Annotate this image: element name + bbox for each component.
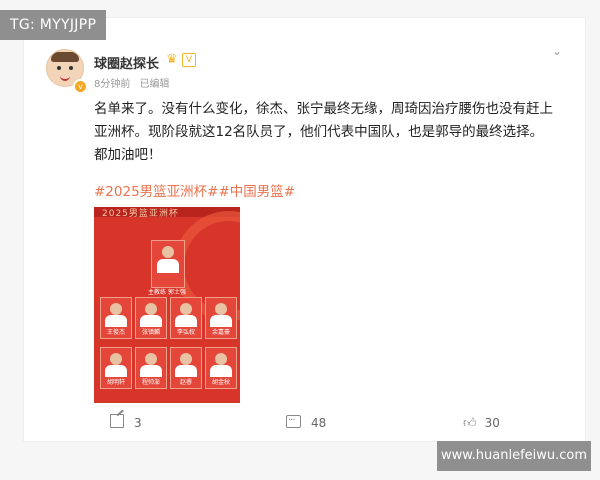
thumbs-up-icon: 👍︎ [463, 416, 477, 431]
player-card: 余嘉豪 [205, 297, 237, 339]
chevron-down-icon[interactable]: ⌄ [552, 44, 562, 58]
player-head [145, 303, 157, 315]
player-shirt [105, 365, 127, 377]
player-card: 李弘权 [170, 297, 202, 339]
watermark-bottom-right: www.huanlefeiwu.com [437, 441, 591, 471]
comment-button[interactable]: 48 [286, 410, 327, 434]
player-head [215, 303, 227, 315]
post-meta: 8分钟前 已编辑 [94, 75, 176, 90]
player-shirt [140, 315, 162, 327]
post-text: 名单来了。没有什么变化，徐杰、张宁最终无缘，周琦因治疗腰伤也没有赶上亚洲杯。现阶… [94, 101, 553, 163]
player-head [110, 353, 122, 365]
player-name: 赵睿 [179, 379, 192, 386]
player-shirt [175, 365, 197, 377]
edited-label[interactable]: 已编辑 [140, 79, 170, 90]
player-name: 胡明轩 [106, 379, 125, 386]
action-bar: 3 48 👍︎ 30 [0, 410, 600, 434]
player-shirt [140, 365, 162, 377]
player-name: 程帅澎 [141, 379, 160, 386]
coach-shirt [157, 259, 179, 273]
post-time[interactable]: 8分钟前 [94, 79, 130, 90]
player-card: 程帅澎 [135, 347, 167, 389]
player-name: 李弘权 [176, 329, 195, 336]
player-name: 胡金秋 [211, 379, 230, 386]
roster-poster-image[interactable]: 2025男篮亚洲杯 主教练 郭士强 王俊杰 张镇麟 李弘权 余嘉豪胡明轩 程帅澎 赵睿 胡金… [94, 207, 240, 403]
avatar-eye-left [57, 66, 61, 70]
player-head [145, 353, 157, 365]
comment-count: 48 [311, 416, 327, 430]
player-head [180, 353, 192, 365]
coach-photo [151, 240, 185, 288]
player-card: 胡金秋 [205, 347, 237, 389]
player-card: 王俊杰 [100, 297, 132, 339]
player-head [110, 303, 122, 315]
share-button[interactable]: 3 [110, 412, 142, 434]
avatar-eye-right [69, 66, 73, 70]
player-name: 余嘉豪 [211, 329, 230, 336]
avatar-mouth [60, 75, 70, 81]
like-count: 30 [484, 416, 500, 430]
poster-header-text: 2025男篮亚洲杯 [102, 209, 179, 219]
player-card: 胡明轩 [100, 347, 132, 389]
player-card: 张镇麟 [135, 297, 167, 339]
post-tags[interactable]: #2025男篮亚洲杯##中国男篮# [94, 180, 295, 200]
share-icon [110, 414, 124, 428]
player-shirt [175, 315, 197, 327]
player-head [180, 303, 192, 315]
player-shirt [210, 365, 232, 377]
coach-head [162, 246, 174, 258]
avatar-hair [51, 52, 79, 62]
verified-badge-icon: v [73, 79, 88, 94]
share-count: 3 [134, 416, 142, 430]
crown-icon: ♛ [166, 52, 178, 67]
watermark-top-left: TG: MYYJJPP [0, 10, 107, 40]
vip-badge-icon: V [182, 53, 196, 67]
player-card: 赵睿 [170, 347, 202, 389]
like-button[interactable]: 👍︎ 30 [463, 412, 500, 434]
player-shirt [105, 315, 127, 327]
username[interactable]: 球圈赵探长 [94, 53, 159, 72]
comment-icon [286, 410, 301, 432]
player-name: 张镇麟 [141, 329, 160, 336]
player-head [215, 353, 227, 365]
player-shirt [210, 315, 232, 327]
coach-name: 主教练 郭士强 [148, 289, 186, 296]
player-name: 王俊杰 [106, 329, 125, 336]
